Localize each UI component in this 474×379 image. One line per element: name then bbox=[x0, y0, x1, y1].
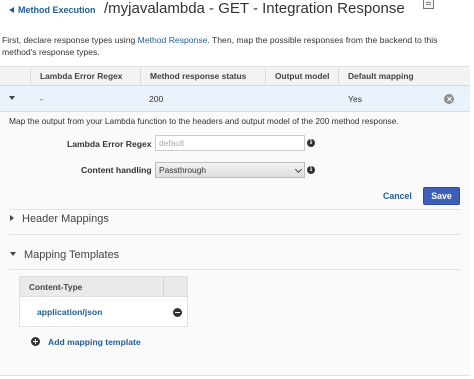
col-output-model: Output model bbox=[265, 67, 338, 86]
intro-before: First, declare response types using bbox=[2, 35, 138, 45]
intro-text: First, declare response types using Meth… bbox=[2, 34, 472, 58]
responses-table-header: Lambda Error Regex Method response statu… bbox=[0, 66, 470, 86]
content-type-link[interactable]: application/json bbox=[37, 297, 102, 327]
content-handling-label: Content handling bbox=[81, 165, 152, 175]
mapping-description: Map the output from your Lambda function… bbox=[9, 116, 399, 126]
plus-circle-icon bbox=[31, 337, 40, 346]
col-default-mapping: Default mapping bbox=[338, 67, 428, 86]
content-handling-value: Passthrough bbox=[159, 165, 207, 175]
table-row[interactable]: - 200 Yes bbox=[0, 86, 470, 112]
mapping-templates-title: Mapping Templates bbox=[24, 249, 120, 261]
header-mappings-toggle[interactable]: Header Mappings bbox=[10, 213, 109, 225]
row-regex: - bbox=[40, 94, 43, 104]
content-type-column-header: Content-Type bbox=[29, 282, 83, 292]
divider bbox=[9, 234, 461, 235]
divider bbox=[9, 209, 461, 210]
page-title: /myjavalambda - GET - Integration Respon… bbox=[104, 0, 405, 17]
chevron-down-icon bbox=[10, 252, 16, 256]
col-method-response-status: Method response status bbox=[140, 67, 265, 86]
back-arrow-icon bbox=[9, 7, 14, 13]
documentation-icon[interactable] bbox=[423, 0, 434, 9]
remove-response-icon[interactable] bbox=[444, 94, 454, 104]
add-mapping-template-label: Add mapping template bbox=[48, 337, 141, 347]
lambda-error-regex-input[interactable] bbox=[155, 135, 305, 151]
divider bbox=[9, 269, 461, 270]
info-icon[interactable]: i bbox=[307, 166, 315, 174]
column-separator bbox=[163, 277, 164, 296]
method-execution-link[interactable]: Method Execution bbox=[9, 5, 96, 15]
save-button[interactable]: Save bbox=[423, 187, 460, 205]
row-default-mapping: Yes bbox=[348, 94, 363, 104]
row-status: 200 bbox=[149, 94, 164, 104]
info-icon[interactable]: i bbox=[307, 139, 315, 147]
chevron-down-icon[interactable] bbox=[9, 96, 15, 100]
chevron-right-icon bbox=[10, 215, 14, 221]
list-item: application/json bbox=[19, 297, 188, 327]
method-execution-label: Method Execution bbox=[18, 5, 96, 15]
page-header: Method Execution /myjavalambda - GET - I… bbox=[0, 0, 474, 22]
remove-template-icon[interactable] bbox=[173, 308, 182, 317]
header-mappings-title: Header Mappings bbox=[22, 213, 109, 225]
mapping-templates-toggle[interactable]: Mapping Templates bbox=[10, 249, 119, 261]
chevron-down-icon bbox=[294, 165, 303, 174]
content-handling-select[interactable]: Passthrough bbox=[155, 162, 305, 178]
content-type-table-header: Content-Type bbox=[19, 276, 188, 297]
method-response-link[interactable]: Method Response bbox=[138, 35, 208, 45]
lambda-error-regex-label: Lambda Error Regex bbox=[67, 139, 152, 149]
cancel-button[interactable]: Cancel bbox=[383, 188, 412, 204]
col-lambda-error-regex: Lambda Error Regex bbox=[30, 67, 142, 86]
